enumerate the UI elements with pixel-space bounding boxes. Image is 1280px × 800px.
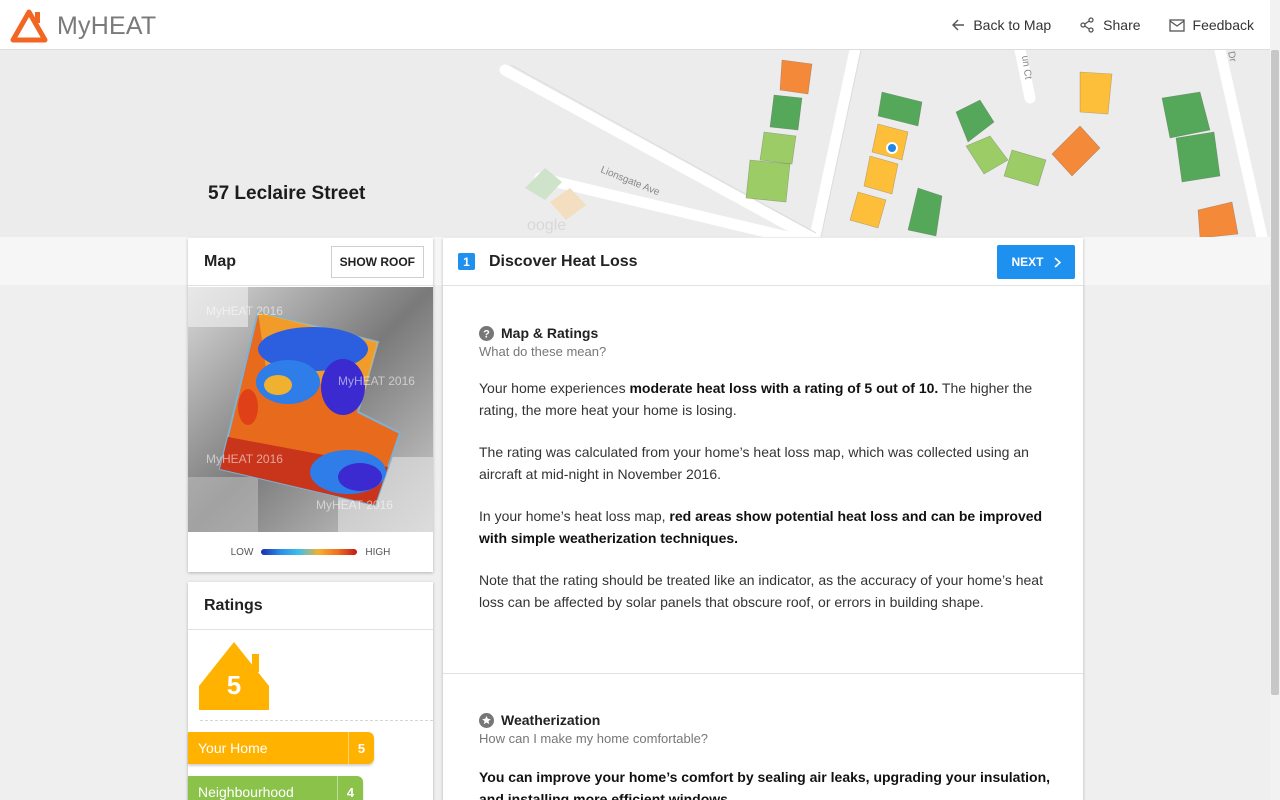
map-building [779,59,813,95]
map-watermark-4: MyHEAT 2016 [316,498,393,512]
top-header: MyHEAT Back to Map Share Feedback [0,0,1270,50]
section-heading: Weatherization [479,712,1059,728]
legend-gradient-bar [261,549,358,555]
share-button[interactable]: Share [1079,17,1141,33]
next-label: NEXT [1011,255,1044,269]
next-button[interactable]: NEXT [997,245,1075,279]
feedback-button[interactable]: Feedback [1168,17,1254,33]
section-subheading: How can I make my home comfortable? [479,731,709,746]
map-building [849,191,887,229]
rating-bar-value: 5 [348,732,374,764]
chevron-right-icon [1053,256,1061,268]
heat-loss-map[interactable]: MyHEAT 2016 MyHEAT 2016 MyHEAT 2016 MyHE… [188,287,433,532]
legend-high: HIGH [365,546,391,558]
address-title: 57 Leclaire Street [208,183,366,204]
home-location-marker[interactable] [886,142,898,154]
share-label: Share [1103,17,1141,33]
map-building [759,131,797,165]
house-rating-value: 5 [226,670,242,700]
paragraph-rating: Your home experiences moderate heat loss… [479,380,1033,418]
section-divider [443,673,1083,674]
rating-bar-neighbourhood[interactable]: Neighbourhood 4 [188,776,363,800]
neighbourhood-map[interactable]: Lionsgate Ave un Ct Dr oogle 57 Leclaire… [0,50,1270,237]
paragraph-accuracy-note: Note that the rating should be treated l… [479,572,1043,610]
feedback-label: Feedback [1192,17,1254,33]
map-card: Map SHOW ROOF MyHEAT 2016 MyHEAT 2016 My… [188,238,433,572]
discover-heat-loss-card: 1 Discover Heat Loss NEXT ? Map & Rating… [443,238,1083,800]
ratings-card-header: Ratings [188,582,433,630]
map-building [769,94,803,131]
rating-house-badge: 5 [198,640,270,712]
section-heading-text: Map & Ratings [501,325,599,341]
share-icon [1080,17,1094,33]
paragraph-calculation: The rating was calculated from your home… [479,444,1029,482]
section-heading-text: Weatherization [501,712,601,728]
rating-bar-value: 4 [337,776,363,800]
section-subheading: What do these mean? [479,344,607,359]
rating-bar-your-home[interactable]: Your Home 5 [188,732,374,764]
step-number-badge: 1 [458,253,475,270]
heat-legend: LOW HIGH [188,532,433,572]
step-title: Discover Heat Loss [489,252,638,270]
myheat-logo[interactable]: MyHEAT [10,9,156,43]
ratings-card: Ratings 5 Your Home 5 Neighbourhood 4 [188,582,433,800]
paragraph-weatherization: You can improve your home’s comfort by s… [479,769,1051,800]
map-building [871,123,909,161]
ratings-divider [200,720,433,721]
map-watermark-2: MyHEAT 2016 [338,374,415,388]
map-building [877,91,923,127]
map-building [965,135,1009,175]
map-watermark-1: MyHEAT 2016 [206,304,283,318]
section-heading: ? Map & Ratings [479,325,1059,341]
back-to-map-label: Back to Map [973,17,1052,33]
back-to-map-button[interactable]: Back to Map [951,17,1051,33]
star-circle-icon [479,712,494,728]
header-nav: Back to Map Share Feedback [951,0,1254,50]
help-circle-icon: ? [479,325,494,341]
map-card-title: Map [204,252,236,270]
ratings-card-title: Ratings [204,596,263,614]
map-canvas[interactable]: Lionsgate Ave un Ct Dr oogle [0,50,1270,237]
map-building [1175,131,1221,183]
map-building [907,187,943,237]
mail-icon [1168,18,1185,32]
legend-low: LOW [230,546,254,558]
step-header: 1 Discover Heat Loss [443,238,1083,286]
map-building [1161,91,1211,139]
map-building [1079,71,1113,115]
map-building [863,155,899,195]
street-label-dr: Dr [1225,50,1238,63]
rating-bar-label: Neighbourhood [198,784,294,800]
svg-text:?: ? [483,328,490,340]
map-watermark-3: MyHEAT 2016 [206,452,283,466]
app-name: MyHEAT [57,11,157,40]
paragraph-red-areas: In your home’s heat loss map, red areas … [479,508,1043,546]
page-scrollbar-thumb[interactable] [1271,50,1279,695]
weatherization-section: Weatherization How can I make my home co… [479,712,1059,800]
map-building [745,159,791,203]
arrow-left-icon [952,19,965,31]
map-watermark: oogle [527,217,566,234]
map-building [1003,149,1047,187]
rating-bar-label: Your Home [198,740,268,756]
map-building [1197,201,1239,237]
map-building [525,168,562,200]
map-building [955,99,995,143]
house-logo-icon [10,9,48,43]
map-building [1051,125,1101,177]
show-roof-button[interactable]: SHOW ROOF [330,246,424,278]
map-ratings-section: ? Map & Ratings What do these mean? Your… [479,325,1059,613]
